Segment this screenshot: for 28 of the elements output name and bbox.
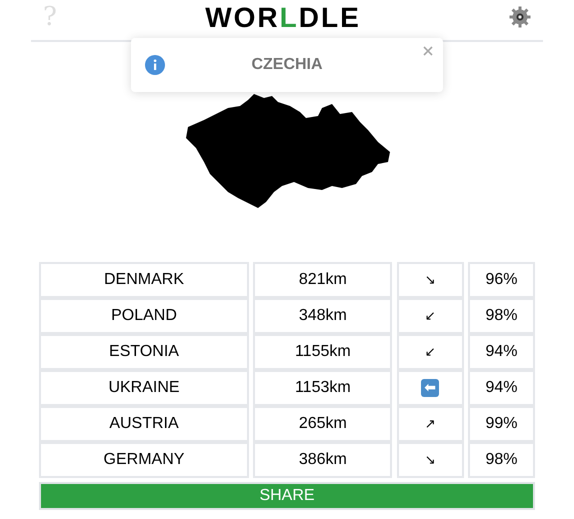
direction-arrow: ↙ <box>424 308 436 324</box>
info-icon <box>145 55 165 75</box>
country-cell: ESTONIA <box>39 334 249 370</box>
proximity-cell: 99% <box>468 406 535 442</box>
direction-arrow: ↘ <box>424 272 436 288</box>
toast-message: CZECHIA <box>250 56 324 74</box>
country-cell: POLAND <box>39 298 249 334</box>
proximity-cell: 98% <box>468 442 535 478</box>
country-cell: GERMANY <box>39 442 249 478</box>
country-cell: UKRAINE <box>39 370 249 406</box>
country-cell: DENMARK <box>39 262 249 298</box>
proximity-cell: 96% <box>468 262 535 298</box>
country-cell: AUSTRIA <box>39 406 249 442</box>
distance-cell: 348km <box>253 298 392 334</box>
proximity-cell: 98% <box>468 298 535 334</box>
distance-cell: 1155km <box>253 334 392 370</box>
direction-arrow: ↘ <box>424 452 436 468</box>
proximity-cell: 94% <box>468 370 535 406</box>
distance-cell: 265km <box>253 406 392 442</box>
distance-cell: 821km <box>253 262 392 298</box>
direction-arrow: ↗ <box>424 416 436 432</box>
direction-arrow: ↙ <box>424 344 436 360</box>
app-title: WORLDLE <box>205 1 361 35</box>
distance-cell: 386km <box>253 442 392 478</box>
share-button[interactable]: SHARE <box>39 482 535 510</box>
proximity-cell: 94% <box>468 334 535 370</box>
distance-cell: 1153km <box>253 370 392 406</box>
settings-icon[interactable] <box>509 6 531 28</box>
